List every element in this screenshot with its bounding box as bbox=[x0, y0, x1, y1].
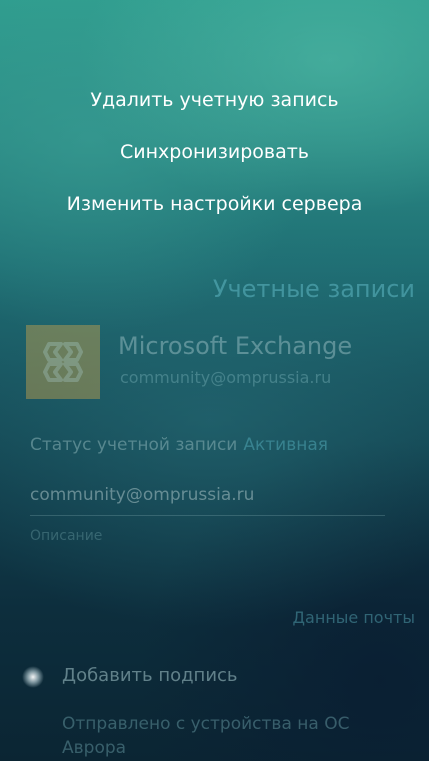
menu-item-sync[interactable]: Синхронизировать bbox=[0, 140, 429, 164]
email-field-underline bbox=[30, 515, 385, 516]
description-field[interactable]: Описание bbox=[30, 527, 102, 545]
switch-indicator-icon bbox=[22, 666, 44, 688]
menu-item-delete-account[interactable]: Удалить учетную запись bbox=[0, 88, 429, 112]
account-email-subtitle: community@omprussia.ru bbox=[120, 368, 332, 387]
menu-item-server-settings[interactable]: Изменить настройки сервера bbox=[0, 192, 429, 216]
add-signature-switch[interactable] bbox=[18, 662, 48, 692]
status-value: Активная bbox=[243, 435, 328, 455]
signature-text-field[interactable]: Отправлено с устройства на ОС Аврора bbox=[62, 712, 382, 760]
accounts-section-header: Учетные записи bbox=[212, 275, 415, 303]
account-settings-screen: Удалить учетную запись Синхронизировать … bbox=[0, 0, 429, 761]
pulley-menu: Удалить учетную запись Синхронизировать … bbox=[0, 0, 429, 250]
exchange-logo-glyph bbox=[43, 342, 83, 382]
add-signature-label[interactable]: Добавить подпись bbox=[62, 664, 238, 688]
email-field[interactable]: community@omprussia.ru bbox=[30, 484, 380, 506]
account-name: Microsoft Exchange bbox=[118, 332, 353, 360]
exchange-icon bbox=[26, 325, 100, 399]
status-label: Статус учетной записи bbox=[30, 435, 238, 455]
account-status-row: Статус учетной записи Активная bbox=[30, 434, 328, 456]
mail-data-section-header: Данные почты bbox=[292, 608, 415, 627]
